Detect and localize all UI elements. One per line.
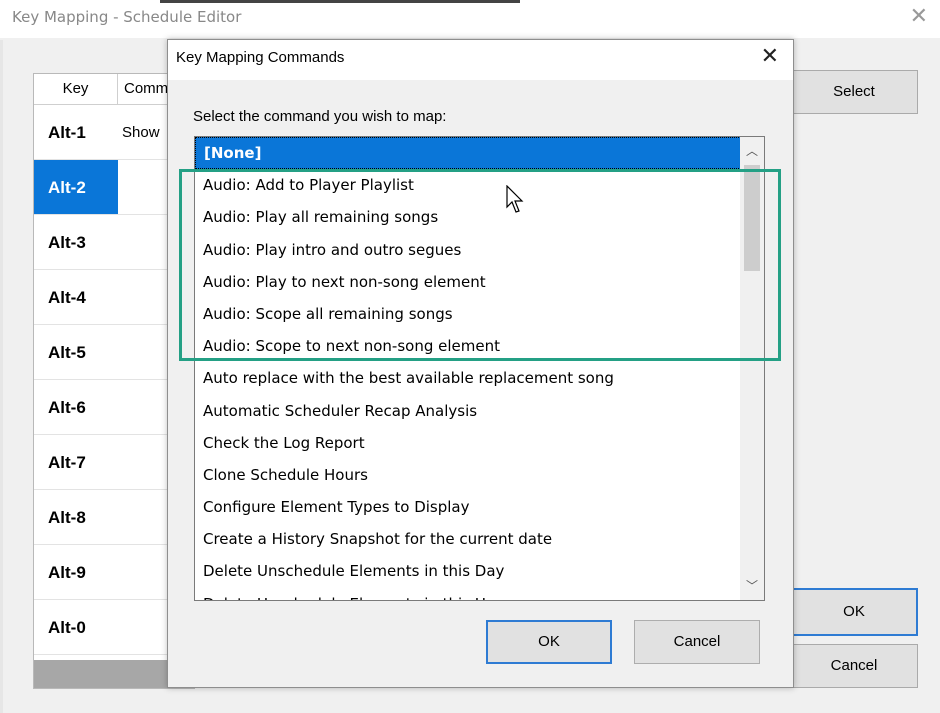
command-list-item[interactable]: Delete Unschedule Elements in this Hour	[195, 588, 741, 600]
window-edge-divider	[160, 0, 520, 3]
command-listbox[interactable]: [None] Audio: Add to Player Playlist Audio…	[194, 136, 765, 601]
command-list-item[interactable]: Audio: Scope all remaining songs	[195, 298, 741, 330]
command-list-item[interactable]: Clone Schedule Hours	[195, 459, 741, 491]
grid-cell-key: Alt-2	[34, 160, 118, 214]
window-left-edge	[0, 40, 3, 713]
command-list-item[interactable]: Auto replace with the best available rep…	[195, 362, 741, 394]
scroll-up-icon[interactable]: ︿	[740, 139, 764, 163]
command-list-item[interactable]: Automatic Scheduler Recap Analysis	[195, 395, 741, 427]
grid-cell-command: Show	[122, 124, 160, 141]
grid-cell-key: Alt-9	[48, 563, 86, 582]
command-list-item[interactable]: Audio: Scope to next non-song element	[195, 330, 741, 362]
grid-cell-key: Alt-8	[48, 508, 86, 527]
scroll-thumb[interactable]	[744, 165, 760, 271]
grid-cell-key: Alt-5	[48, 343, 86, 362]
schedule-editor-title: Key Mapping - Schedule Editor	[12, 8, 242, 26]
column-header-command[interactable]: Comm	[124, 74, 168, 104]
command-list: [None] Audio: Add to Player Playlist Audio…	[195, 137, 741, 600]
scroll-down-icon[interactable]: ﹀	[740, 574, 764, 598]
ok-button[interactable]: OK	[790, 588, 918, 636]
grid-cell-key: Alt-3	[48, 233, 86, 252]
command-prompt-label: Select the command you wish to map:	[193, 108, 447, 125]
dialog-ok-button[interactable]: OK	[486, 620, 612, 664]
grid-cell-key: Alt-4	[48, 288, 86, 307]
command-list-item[interactable]: Create a History Snapshot for the curren…	[195, 523, 741, 555]
dialog-titlebar: Key Mapping Commands ✕	[168, 40, 793, 80]
listbox-scrollbar[interactable]: ︿ ﹀	[740, 137, 764, 600]
dialog-close-icon[interactable]: ✕	[761, 44, 779, 69]
cancel-button[interactable]: Cancel	[790, 644, 918, 688]
mouse-cursor-icon	[506, 185, 524, 213]
schedule-editor-close-icon[interactable]: ✕	[910, 4, 928, 29]
command-list-item[interactable]: Audio: Play to next non-song element	[195, 266, 741, 298]
dialog-cancel-button[interactable]: Cancel	[634, 620, 760, 664]
grid-cell-key: Alt-7	[48, 453, 86, 472]
grid-cell-key: Alt-1	[48, 123, 86, 142]
select-button[interactable]: Select	[790, 70, 918, 114]
command-list-item[interactable]: [None]	[195, 137, 741, 170]
grid-cell-key: Alt-6	[48, 398, 86, 417]
key-mapping-commands-dialog: Key Mapping Commands ✕ Select the comman…	[167, 39, 794, 688]
command-list-item[interactable]: Audio: Play all remaining songs	[195, 201, 741, 233]
command-list-item[interactable]: Audio: Play intro and outro segues	[195, 234, 741, 266]
command-list-item[interactable]: Configure Element Types to Display	[195, 491, 741, 523]
schedule-editor-titlebar: Key Mapping - Schedule Editor ✕	[0, 0, 940, 38]
grid-cell-key: Alt-0	[48, 618, 86, 637]
command-list-item[interactable]: Audio: Add to Player Playlist	[195, 169, 741, 201]
command-list-item[interactable]: Delete Unschedule Elements in this Day	[195, 555, 741, 587]
dialog-title: Key Mapping Commands	[176, 49, 345, 66]
column-header-key[interactable]: Key	[34, 74, 118, 104]
command-list-item[interactable]: Check the Log Report	[195, 427, 741, 459]
